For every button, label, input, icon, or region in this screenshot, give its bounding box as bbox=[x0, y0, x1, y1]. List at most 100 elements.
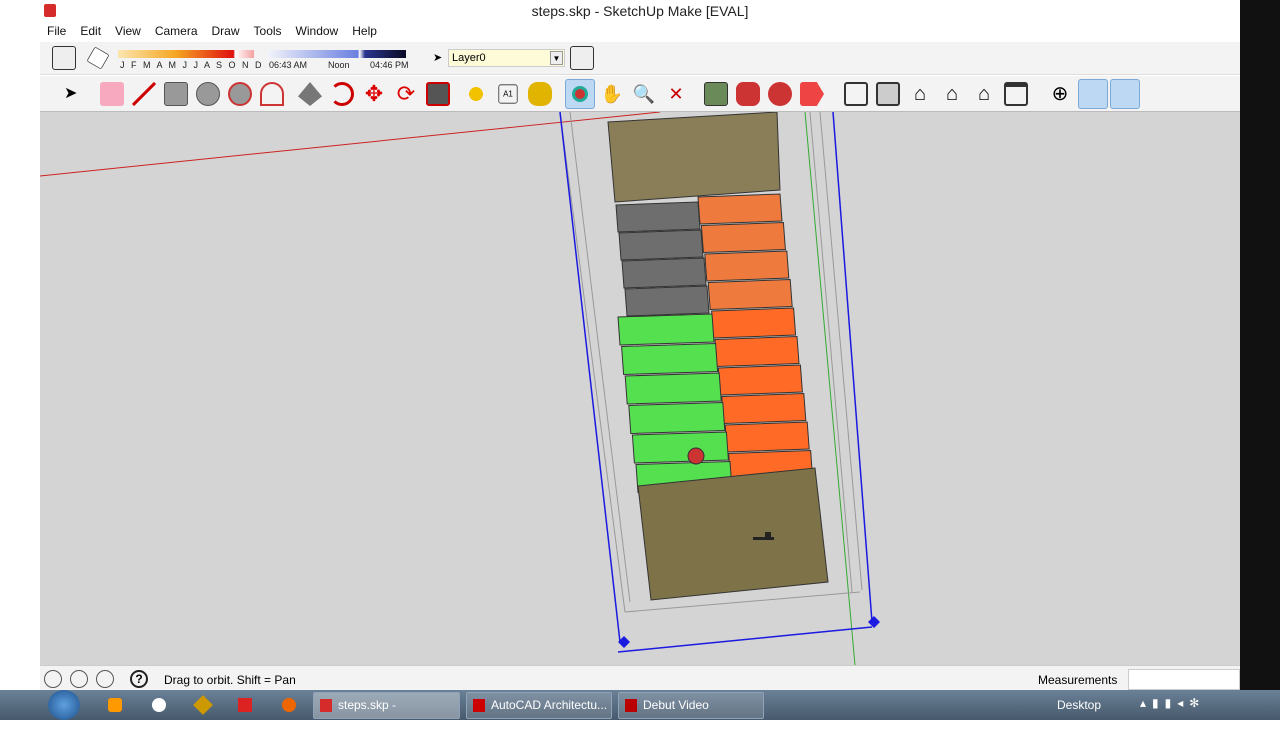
sketchup-app-icon[interactable] bbox=[44, 4, 56, 17]
components-icon[interactable] bbox=[736, 82, 760, 106]
windows-taskbar: steps.skp - SketchUp... AutoCAD Architec… bbox=[0, 690, 1280, 737]
move-icon[interactable]: ✥ bbox=[362, 82, 386, 106]
push-pull-icon[interactable] bbox=[298, 82, 322, 106]
layer-pointer-icon: ➤ bbox=[433, 52, 443, 64]
follow-me-icon[interactable] bbox=[330, 82, 354, 106]
title-bar: steps.skp - SketchUp Make [EVAL] bbox=[40, 0, 1240, 22]
menu-tools[interactable]: Tools bbox=[247, 22, 289, 41]
orbit-cursor-icon bbox=[687, 447, 705, 465]
menu-camera[interactable]: Camera bbox=[148, 22, 205, 41]
desktop-toolbar-label[interactable]: Desktop bbox=[1057, 698, 1101, 712]
front-view-icon[interactable]: ⌂ bbox=[908, 82, 932, 106]
menu-draw[interactable]: Draw bbox=[205, 22, 247, 41]
get-models-icon[interactable] bbox=[800, 82, 824, 106]
stair-tread bbox=[700, 221, 786, 254]
menu-window[interactable]: Window bbox=[289, 22, 346, 41]
time-start-label: 06:43 AM bbox=[269, 60, 308, 70]
screen-margin-right bbox=[1240, 0, 1280, 690]
geo-location-icon[interactable] bbox=[44, 670, 62, 688]
stair-tread bbox=[714, 335, 800, 368]
start-button[interactable] bbox=[48, 690, 80, 720]
walk-icon[interactable] bbox=[1078, 79, 1108, 109]
time-slider[interactable] bbox=[269, 50, 406, 58]
menu-file[interactable]: File bbox=[40, 22, 73, 41]
paint-bucket-icon[interactable] bbox=[528, 82, 552, 106]
menu-view[interactable]: View bbox=[108, 22, 148, 41]
drawing-viewport[interactable] bbox=[40, 112, 1240, 665]
clock-app-icon[interactable] bbox=[152, 698, 166, 712]
section-plane-icon[interactable] bbox=[704, 82, 728, 106]
month-slider[interactable] bbox=[118, 50, 254, 58]
rotate-icon[interactable]: ⟳ bbox=[394, 82, 418, 106]
display-shadows-icon[interactable] bbox=[86, 46, 110, 70]
stair-tread bbox=[621, 257, 707, 289]
menu-edit[interactable]: Edit bbox=[73, 22, 108, 41]
stair-tread bbox=[615, 201, 701, 233]
stair-tread bbox=[721, 392, 807, 425]
status-hint: Drag to orbit. Shift = Pan bbox=[164, 673, 296, 687]
stair-tread bbox=[704, 250, 790, 282]
layer-manager-icon[interactable] bbox=[570, 46, 594, 70]
chevron-down-icon[interactable]: ▼ bbox=[550, 51, 563, 65]
stair-tread bbox=[628, 401, 726, 435]
iso-view-icon[interactable] bbox=[844, 82, 868, 106]
sketchup-icon bbox=[320, 699, 332, 712]
layer-name: Layer0 bbox=[452, 52, 486, 64]
zoom-icon[interactable]: 🔍 bbox=[632, 82, 656, 106]
help-icon[interactable]: ? bbox=[130, 670, 148, 688]
sign-in-icon[interactable] bbox=[96, 670, 114, 688]
stair-tread bbox=[621, 342, 719, 376]
pencil-icon[interactable] bbox=[132, 82, 156, 106]
select-icon[interactable]: ➤ bbox=[64, 83, 77, 103]
time-end-label: 04:46 PM bbox=[370, 60, 409, 70]
measurements-input[interactable] bbox=[1128, 669, 1240, 690]
stair-tread bbox=[617, 313, 715, 346]
circle-icon[interactable] bbox=[196, 82, 220, 106]
position-camera-icon[interactable]: ⊕ bbox=[1048, 82, 1072, 106]
screen-margin-left bbox=[0, 0, 40, 690]
eraser-icon[interactable] bbox=[100, 82, 124, 106]
top-landing bbox=[607, 112, 781, 203]
shadow-settings-icon[interactable] bbox=[52, 46, 76, 70]
time-noon-label: Noon bbox=[328, 60, 350, 70]
stair-tread bbox=[711, 307, 797, 339]
taskbar-label: Debut Video Capture... bbox=[643, 698, 709, 737]
status-bar: ? Drag to orbit. Shift = Pan Measurement… bbox=[40, 665, 1240, 692]
scale-icon[interactable] bbox=[426, 82, 450, 106]
stair-tread bbox=[618, 229, 704, 261]
firefox-icon[interactable] bbox=[282, 698, 296, 712]
media-player-icon[interactable] bbox=[108, 698, 122, 712]
polygon-icon[interactable] bbox=[228, 82, 252, 106]
credits-icon[interactable] bbox=[70, 670, 88, 688]
text-icon[interactable]: A1 bbox=[498, 84, 518, 104]
tool-app-icon[interactable] bbox=[193, 695, 213, 715]
model-canvas[interactable] bbox=[40, 112, 1240, 665]
zoom-extents-icon[interactable]: ✕ bbox=[664, 82, 688, 106]
taskbar-item-debut[interactable]: Debut Video Capture... bbox=[618, 692, 764, 737]
stair-tread bbox=[717, 364, 803, 396]
tape-measure-icon[interactable] bbox=[464, 82, 488, 106]
system-tray-icons[interactable]: ▴▮▮◂✻ bbox=[1140, 696, 1205, 710]
menu-bar: File Edit View Camera Draw Tools Window … bbox=[40, 22, 1240, 41]
taskbar-label: AutoCAD Architectu... bbox=[491, 698, 608, 712]
arc-icon[interactable] bbox=[260, 82, 284, 106]
styles-icon[interactable] bbox=[768, 82, 792, 106]
right-view-icon[interactable]: ⌂ bbox=[940, 82, 964, 106]
month-labels: J F M A M J J A S O N D bbox=[120, 60, 264, 70]
axis-markers bbox=[618, 616, 880, 648]
pan-icon[interactable]: ✋ bbox=[600, 82, 624, 106]
layer-dropdown[interactable]: Layer0 ▼ bbox=[448, 49, 565, 67]
app-icon[interactable] bbox=[238, 698, 252, 712]
left-view-icon[interactable] bbox=[1004, 82, 1028, 106]
back-view-icon[interactable]: ⌂ bbox=[972, 82, 996, 106]
look-around-icon[interactable] bbox=[1110, 79, 1140, 109]
rectangle-icon[interactable] bbox=[164, 82, 188, 106]
top-view-icon[interactable] bbox=[876, 82, 900, 106]
debut-icon bbox=[625, 699, 637, 712]
orbit-icon[interactable] bbox=[565, 79, 595, 109]
stair-tread bbox=[624, 372, 722, 405]
menu-help[interactable]: Help bbox=[345, 22, 384, 41]
grey-steps bbox=[615, 201, 710, 317]
taskbar-item-sketchup[interactable]: steps.skp - SketchUp... bbox=[313, 692, 460, 737]
taskbar-item-autocad[interactable]: AutoCAD Architectu... bbox=[466, 692, 612, 719]
